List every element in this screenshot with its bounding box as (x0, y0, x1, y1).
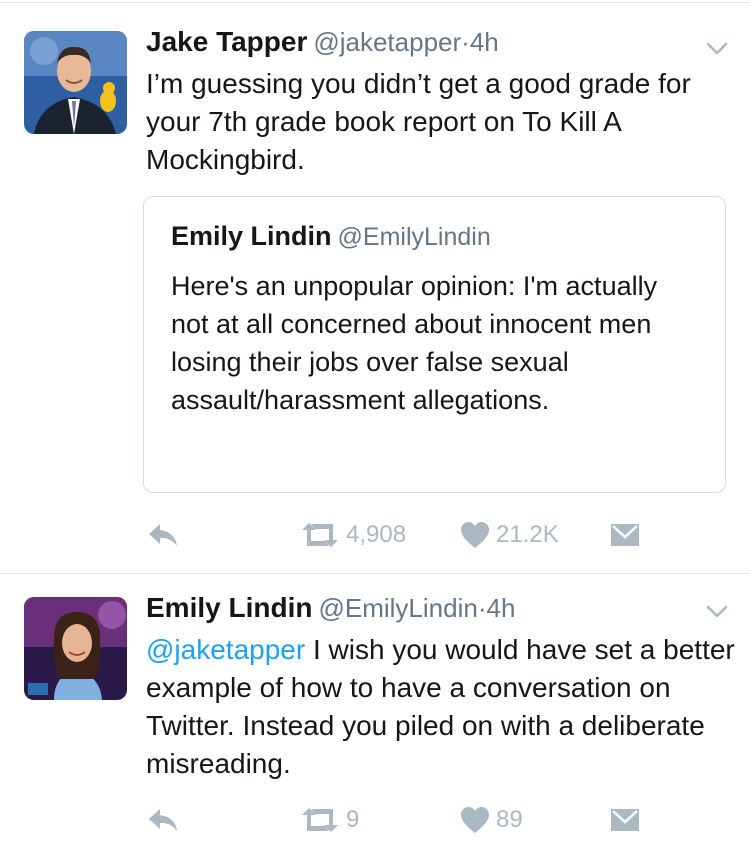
retweet-count: 4,908 (346, 521, 407, 548)
timestamp[interactable]: 4h (486, 593, 515, 623)
retweet-button[interactable]: 9 (300, 800, 359, 840)
tweet-emily-lindin[interactable]: Emily Lindin @EmilyLindin·4h @jaketapper … (0, 574, 750, 853)
quoted-header: Emily Lindin @EmilyLindin (171, 221, 491, 252)
reply-button[interactable] (146, 515, 180, 555)
tweet-text: I’m guessing you didn’t get a good grade… (146, 68, 691, 175)
timestamp[interactable]: 4h (470, 27, 499, 57)
envelope-icon (611, 809, 639, 831)
separator-dot: · (461, 27, 470, 57)
author-handle[interactable]: @jaketapper (313, 27, 461, 57)
avatar[interactable] (24, 597, 127, 700)
like-button[interactable]: 21.2K (460, 515, 559, 555)
tweet-actions: 4,908 21.2K (0, 515, 750, 555)
retweet-count: 9 (346, 806, 360, 833)
quoted-text: Here's an unpopular opinion: I'm actuall… (171, 271, 658, 415)
tweet-header: Jake Tapper @jaketapper·4h (146, 26, 710, 58)
tweet-actions: 9 89 (0, 800, 750, 840)
author-handle[interactable]: @EmilyLindin (318, 593, 477, 623)
tweet-text: @jaketapper I wish you would have set a … (146, 631, 736, 783)
retweet-icon (302, 523, 338, 547)
quoted-tweet[interactable]: Emily Lindin @EmilyLindin Here's an unpop… (143, 196, 726, 493)
like-count: 21.2K (496, 521, 559, 548)
direct-message-button[interactable] (610, 800, 640, 840)
retweet-icon (302, 808, 338, 832)
chevron-down-icon[interactable] (704, 598, 730, 624)
tweet-header: Emily Lindin @EmilyLindin·4h (146, 592, 710, 624)
envelope-icon (611, 524, 639, 546)
author-name[interactable]: Jake Tapper (146, 26, 307, 57)
retweet-button[interactable]: 4,908 (300, 515, 406, 555)
like-count: 89 (496, 806, 523, 833)
author-name[interactable]: Emily Lindin (146, 592, 312, 623)
chevron-down-icon[interactable] (704, 35, 730, 61)
avatar[interactable] (24, 31, 127, 134)
mention-link[interactable]: @jaketapper (146, 634, 305, 665)
heart-icon (461, 522, 489, 548)
quoted-author-handle: @EmilyLindin (337, 223, 491, 251)
like-button[interactable]: 89 (460, 800, 523, 840)
tweet-jake-tapper[interactable]: Jake Tapper @jaketapper·4h I’m guessing y… (0, 3, 750, 573)
heart-icon (461, 807, 489, 833)
direct-message-button[interactable] (610, 515, 640, 555)
reply-icon (149, 524, 177, 546)
reply-button[interactable] (146, 800, 180, 840)
reply-icon (149, 809, 177, 831)
quoted-author-name: Emily Lindin (171, 221, 332, 251)
